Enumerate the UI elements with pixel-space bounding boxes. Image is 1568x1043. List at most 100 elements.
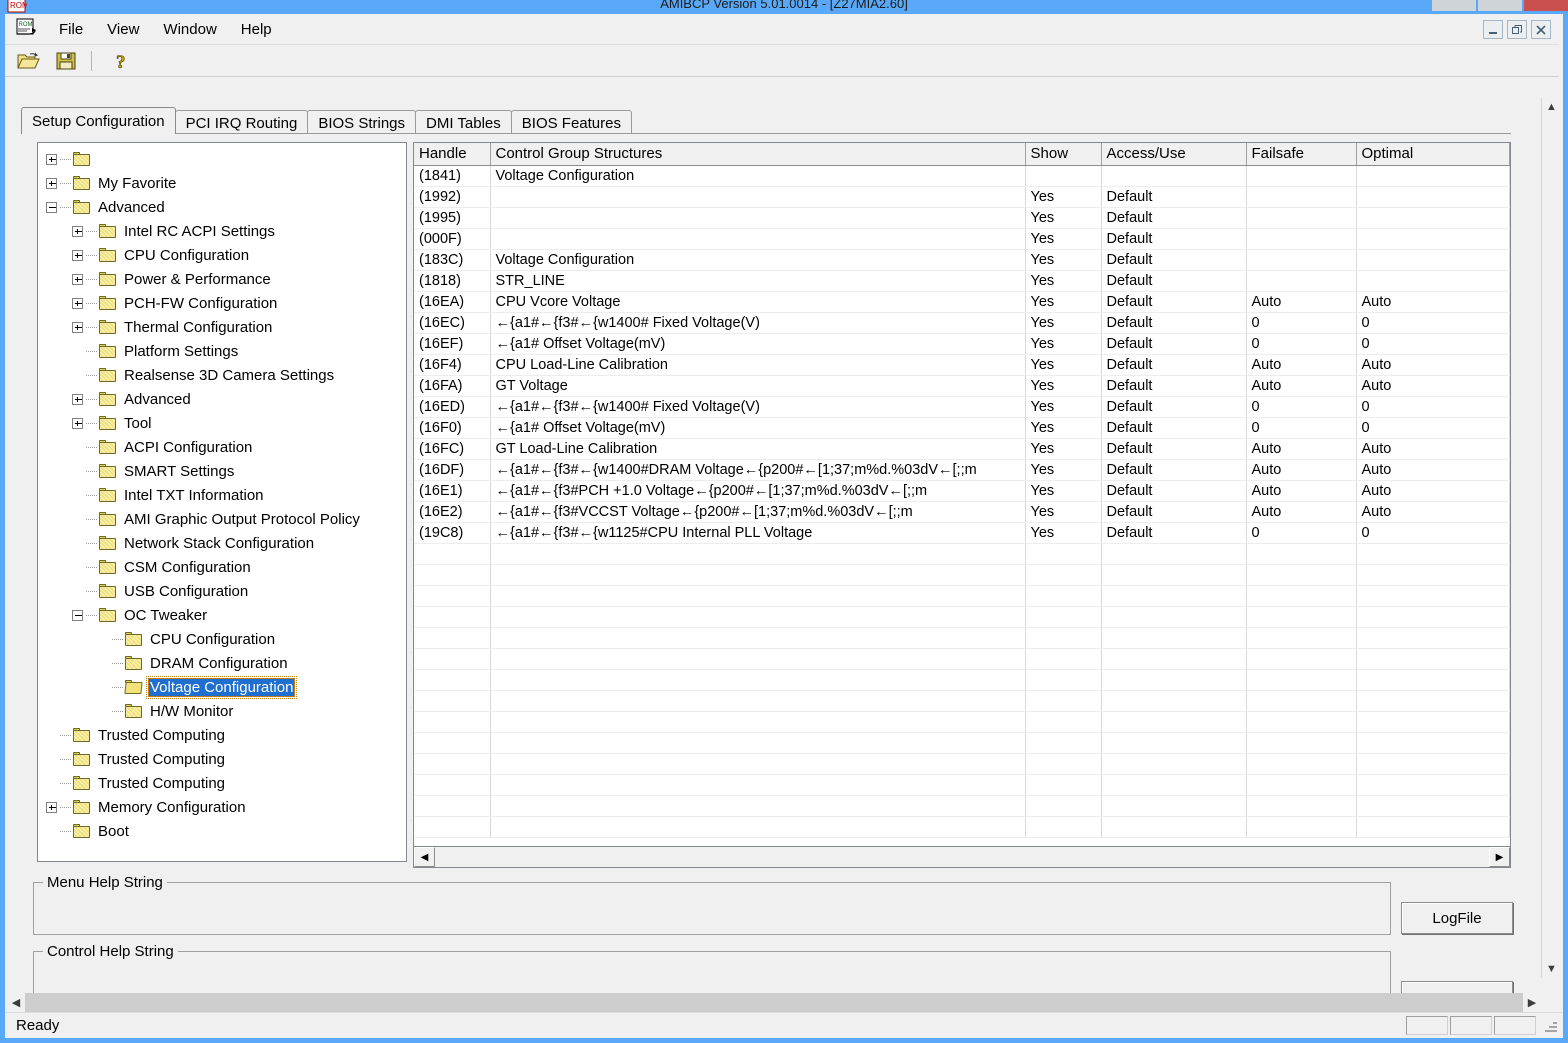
expand-icon[interactable] xyxy=(72,297,83,309)
cell-failsafe[interactable]: 0 xyxy=(1246,312,1357,334)
tree-item[interactable]: Voltage Configuration xyxy=(38,675,406,699)
table-row[interactable]: (183C) Voltage Configuration Yes Default xyxy=(414,249,1510,271)
cell-access-use[interactable]: Default xyxy=(1101,375,1247,397)
cell-show[interactable]: Yes xyxy=(1025,291,1102,313)
cell-failsafe[interactable] xyxy=(1246,207,1357,229)
mdi-close-button[interactable] xyxy=(1531,20,1551,39)
cell-optimal[interactable]: Auto xyxy=(1356,459,1510,481)
cell-access-use[interactable]: Default xyxy=(1101,186,1247,208)
table-row[interactable]: (16EF) ←{a1# Offset Voltage(mV) Yes Default… xyxy=(414,333,1510,355)
table-horizontal-scrollbar[interactable]: ◀ ▶ xyxy=(413,846,1511,868)
cell-handle[interactable]: (183C) xyxy=(414,249,491,271)
cell-optimal[interactable]: Auto xyxy=(1356,480,1510,502)
tree-item[interactable]: Trusted Computing xyxy=(38,771,406,795)
column-header-control-group-structures[interactable]: Control Group Structures xyxy=(490,143,1026,166)
cell-optimal[interactable]: 0 xyxy=(1356,417,1510,439)
tree-item[interactable]: Realsense 3D Camera Settings xyxy=(38,363,406,387)
cell-failsafe[interactable]: 0 xyxy=(1246,333,1357,355)
cell-optimal[interactable]: Auto xyxy=(1356,438,1510,460)
cell-handle[interactable]: (16F0) xyxy=(414,417,491,439)
cell-failsafe[interactable]: Auto xyxy=(1246,354,1357,376)
cell-access-use[interactable]: Default xyxy=(1101,522,1247,544)
cell-optimal[interactable]: 0 xyxy=(1356,522,1510,544)
scroll-up-icon[interactable]: ▲ xyxy=(1542,98,1561,116)
collapse-icon[interactable] xyxy=(46,201,57,213)
tree-item[interactable]: H/W Monitor xyxy=(38,699,406,723)
cell-access-use[interactable]: Default xyxy=(1101,270,1247,292)
cell-access-use[interactable]: Default xyxy=(1101,312,1247,334)
client-horizontal-track[interactable] xyxy=(25,993,1523,1012)
scroll-right-icon[interactable]: ▶ xyxy=(1489,847,1510,867)
cell-show[interactable]: Yes xyxy=(1025,438,1102,460)
cell-control-group-structure[interactable] xyxy=(490,186,1026,208)
tab-setup-configuration[interactable]: Setup Configuration xyxy=(21,107,176,134)
cell-optimal[interactable] xyxy=(1356,249,1510,271)
cell-failsafe[interactable]: 0 xyxy=(1246,417,1357,439)
mdi-minimize-button[interactable] xyxy=(1483,20,1503,39)
tab-bios-strings[interactable]: BIOS Strings xyxy=(307,110,417,134)
window-minimize-button[interactable] xyxy=(1432,0,1476,11)
cell-optimal[interactable]: Auto xyxy=(1356,375,1510,397)
column-header-handle[interactable]: Handle xyxy=(414,143,491,166)
cell-failsafe[interactable]: Auto xyxy=(1246,438,1357,460)
tree-item[interactable]: Boot xyxy=(38,819,406,843)
cell-show[interactable]: Yes xyxy=(1025,480,1102,502)
save-file-button[interactable] xyxy=(51,48,81,74)
cell-optimal[interactable]: 0 xyxy=(1356,312,1510,334)
tree-item[interactable]: Intel RC ACPI Settings xyxy=(38,219,406,243)
cell-optimal[interactable]: 0 xyxy=(1356,333,1510,355)
cell-handle[interactable]: (16E2) xyxy=(414,501,491,523)
cell-show[interactable]: Yes xyxy=(1025,354,1102,376)
cell-control-group-structure[interactable]: ←{a1# Offset Voltage(mV) xyxy=(490,417,1026,439)
cell-optimal[interactable]: Auto xyxy=(1356,354,1510,376)
cell-handle[interactable]: (16EF) xyxy=(414,333,491,355)
tree-item[interactable]: CPU Configuration xyxy=(38,243,406,267)
client-vertical-scrollbar[interactable]: ▲ ▼ xyxy=(1541,98,1561,978)
table-row[interactable]: (19C8) ←{a1#←{f3#←{w1125#CPU Internal PLL… xyxy=(414,522,1510,544)
cell-handle[interactable]: (1818) xyxy=(414,270,491,292)
tree-item[interactable]: My Favorite xyxy=(38,171,406,195)
window-maximize-button[interactable] xyxy=(1478,0,1522,11)
tree-item[interactable]: Platform Settings xyxy=(38,339,406,363)
cell-handle[interactable]: (1841) xyxy=(414,165,491,187)
table-row[interactable]: (16FC) GT Load-Line Calibration Yes Default… xyxy=(414,438,1510,460)
cell-access-use[interactable]: Default xyxy=(1101,249,1247,271)
cell-control-group-structure[interactable]: GT Voltage xyxy=(490,375,1026,397)
expand-icon[interactable] xyxy=(72,393,83,405)
column-header-access-use[interactable]: Access/Use xyxy=(1101,143,1247,166)
tree-item[interactable]: Trusted Computing xyxy=(38,723,406,747)
cell-handle[interactable]: (1995) xyxy=(414,207,491,229)
cell-access-use[interactable]: Default xyxy=(1101,354,1247,376)
table-row[interactable]: (1841) Voltage Configuration xyxy=(414,165,1510,187)
table-row[interactable]: (16EC) ←{a1#←{f3#←{w1400# Fixed Voltage(V… xyxy=(414,312,1510,334)
expand-icon[interactable] xyxy=(72,249,83,261)
tab-bios-features[interactable]: BIOS Features xyxy=(510,110,632,134)
cell-show[interactable]: Yes xyxy=(1025,459,1102,481)
cell-show[interactable]: Yes xyxy=(1025,396,1102,418)
cell-optimal[interactable] xyxy=(1356,186,1510,208)
cell-optimal[interactable] xyxy=(1356,207,1510,229)
cell-handle[interactable]: (1992) xyxy=(414,186,491,208)
tree-item[interactable]: Trusted Computing xyxy=(38,747,406,771)
cell-control-group-structure[interactable]: ←{a1#←{f3#←{w1400#DRAM Voltage←{p200#←[1… xyxy=(490,459,1026,481)
table-row[interactable]: (1995) Yes Default xyxy=(414,207,1510,229)
cell-control-group-structure[interactable]: ←{a1# Offset Voltage(mV) xyxy=(490,333,1026,355)
cell-access-use[interactable]: Default xyxy=(1101,438,1247,460)
menu-file[interactable]: File xyxy=(47,18,95,41)
tree-item[interactable]: SMART Settings xyxy=(38,459,406,483)
tree-item[interactable]: PCH-FW Configuration xyxy=(38,291,406,315)
vertical-scrollbar-track[interactable] xyxy=(1542,116,1561,960)
client-scroll-left-icon[interactable]: ◀ xyxy=(7,993,25,1012)
cell-show[interactable]: Yes xyxy=(1025,228,1102,250)
expand-icon[interactable] xyxy=(46,801,57,813)
cell-optimal[interactable] xyxy=(1356,165,1510,187)
cell-control-group-structure[interactable]: ←{a1#←{f3#←{w1400# Fixed Voltage(V) xyxy=(490,312,1026,334)
cell-failsafe[interactable] xyxy=(1246,186,1357,208)
control-group-table[interactable]: Handle Control Group Structures Show Acc… xyxy=(413,142,1511,862)
collapse-icon[interactable] xyxy=(72,609,83,621)
tree-item[interactable]: Intel TXT Information xyxy=(38,483,406,507)
table-row[interactable]: (16E1) ←{a1#←{f3#PCH +1.0 Voltage←{p200#←… xyxy=(414,480,1510,502)
cell-access-use[interactable] xyxy=(1101,165,1247,187)
cell-control-group-structure[interactable]: CPU Load-Line Calibration xyxy=(490,354,1026,376)
tree-item[interactable]: CPU Configuration xyxy=(38,627,406,651)
